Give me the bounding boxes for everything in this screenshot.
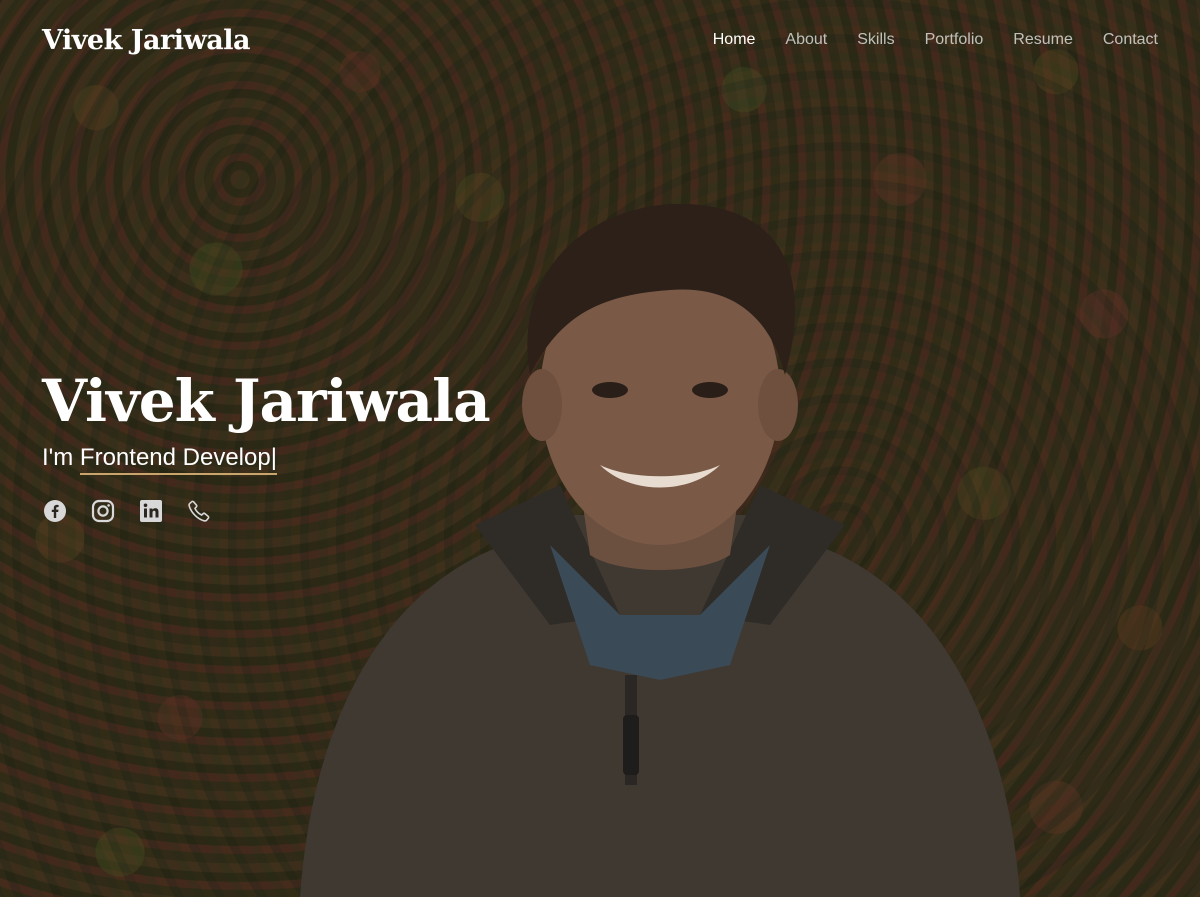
facebook-icon[interactable] — [42, 498, 68, 524]
typing-cursor: | — [270, 443, 277, 471]
portrait-photo — [300, 203, 1020, 897]
nav-item-resume[interactable]: Resume — [1013, 31, 1073, 49]
nav-item-about[interactable]: About — [785, 31, 827, 49]
nav-menu: Home About Skills Portfolio Resume Conta… — [713, 31, 1158, 49]
nav-item-home[interactable]: Home — [713, 31, 756, 49]
phone-icon[interactable] — [186, 498, 212, 524]
nav-item-portfolio[interactable]: Portfolio — [925, 31, 984, 49]
hero-intro: Vivek Jariwala I'm Frontend Develop| — [42, 367, 491, 524]
nav-item-contact[interactable]: Contact — [1103, 31, 1158, 49]
social-links — [42, 498, 490, 524]
typed-role-text: Frontend Develop| — [79, 443, 277, 475]
linkedin-icon[interactable] — [138, 498, 164, 524]
hero-title: Vivek Jariwala — [42, 367, 491, 435]
top-navigation: Vivek Jariwala Home About Skills Portfol… — [0, 0, 1200, 80]
hero-section: Vivek Jariwala Home About Skills Portfol… — [0, 0, 1200, 897]
hero-tagline: I'm Frontend Develop| — [42, 443, 490, 475]
nav-item-skills[interactable]: Skills — [857, 31, 894, 49]
instagram-icon[interactable] — [90, 498, 116, 524]
tagline-prefix: I'm — [42, 443, 80, 471]
typed-text: Frontend Develop — [79, 443, 271, 471]
site-logo[interactable]: Vivek Jariwala — [42, 25, 250, 56]
